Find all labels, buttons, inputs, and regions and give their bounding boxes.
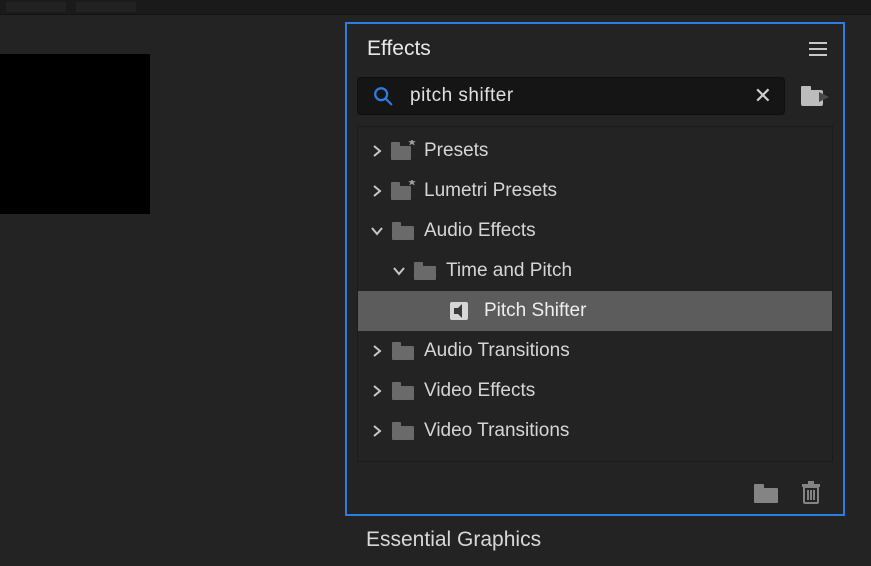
tree-label: Audio Transitions: [424, 340, 570, 362]
chevron-right-icon: [366, 345, 388, 357]
chevron-down-icon: [388, 265, 410, 277]
folder-icon: [410, 261, 440, 281]
tree-item-video-effects[interactable]: Video Effects: [358, 371, 832, 411]
folder-icon: [388, 221, 418, 241]
search-icon: [372, 85, 394, 107]
new-preset-bin-icon[interactable]: [799, 83, 829, 109]
workspace: Effects pitch shifter ✕: [0, 0, 871, 566]
folder-icon: [388, 421, 418, 441]
audio-effect-icon: [444, 301, 474, 321]
new-bin-icon[interactable]: [753, 482, 779, 504]
effects-panel: Effects pitch shifter ✕: [345, 22, 845, 516]
folder-icon: [388, 341, 418, 361]
folder-icon: [388, 381, 418, 401]
clear-search-icon[interactable]: ✕: [752, 85, 774, 107]
tree-label: Video Transitions: [424, 420, 569, 442]
tree-label: Presets: [424, 140, 488, 162]
search-input[interactable]: pitch shifter ✕: [357, 77, 785, 115]
delete-icon[interactable]: [801, 481, 821, 505]
panel-menu-icon[interactable]: [809, 42, 827, 56]
tree-item-time-and-pitch[interactable]: Time and Pitch: [358, 251, 832, 291]
chevron-right-icon: [366, 385, 388, 397]
tree-item-video-transitions[interactable]: Video Transitions: [358, 411, 832, 451]
search-row: pitch shifter ✕: [347, 74, 843, 118]
chevron-right-icon: [366, 185, 388, 197]
preset-folder-icon: [388, 140, 418, 162]
chevron-right-icon: [366, 425, 388, 437]
chevron-right-icon: [366, 145, 388, 157]
tab-segment[interactable]: [76, 2, 136, 12]
preset-folder-icon: [388, 180, 418, 202]
search-text: pitch shifter: [410, 85, 752, 107]
top-tab-strip: [0, 0, 871, 15]
tree-label: Pitch Shifter: [484, 300, 586, 322]
tree-item-audio-effects[interactable]: Audio Effects: [358, 211, 832, 251]
tree-label: Lumetri Presets: [424, 180, 557, 202]
panel-title: Effects: [367, 37, 431, 61]
panel-header: Effects: [347, 24, 843, 74]
tree-item-lumetri-presets[interactable]: Lumetri Presets: [358, 171, 832, 211]
tab-segment[interactable]: [6, 2, 66, 12]
tree-label: Time and Pitch: [446, 260, 572, 282]
tree-item-presets[interactable]: Presets: [358, 131, 832, 171]
tab-essential-graphics[interactable]: Essential Graphics: [366, 528, 541, 552]
tree-label: Video Effects: [424, 380, 535, 402]
effects-tree: Presets Lumetri Presets: [357, 126, 833, 462]
monitor-preview: [0, 54, 150, 214]
tree-item-pitch-shifter[interactable]: Pitch Shifter: [358, 291, 832, 331]
panel-footer: [347, 472, 843, 514]
tree-item-audio-transitions[interactable]: Audio Transitions: [358, 331, 832, 371]
chevron-down-icon: [366, 225, 388, 237]
tree-label: Audio Effects: [424, 220, 536, 242]
